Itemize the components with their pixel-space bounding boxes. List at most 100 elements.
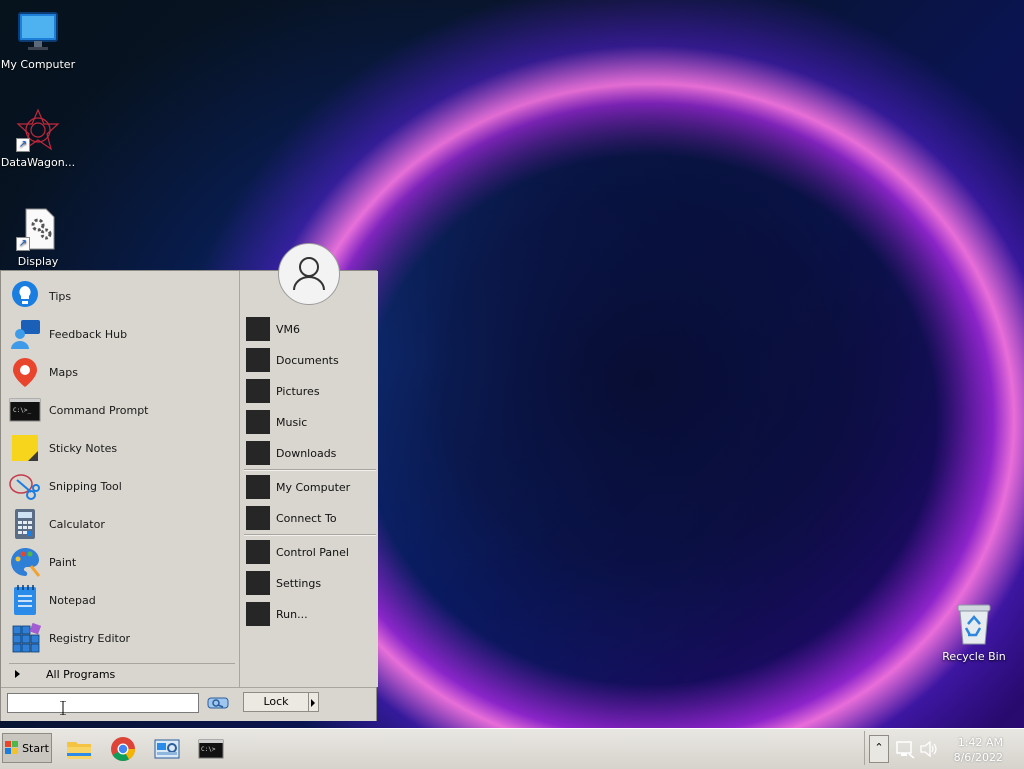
sticky-note-icon (9, 432, 41, 464)
show-hidden-icons-button[interactable]: ⌃ (869, 735, 889, 763)
program-sticky-notes[interactable]: Sticky Notes (9, 431, 234, 465)
program-label: Calculator (49, 517, 105, 531)
scissors-icon (9, 470, 41, 502)
place-label: Connect To (276, 511, 337, 525)
program-paint[interactable]: Paint (9, 545, 234, 579)
program-label: Sticky Notes (49, 441, 118, 455)
start-button[interactable]: Start (2, 733, 52, 763)
run-icon (246, 602, 270, 626)
place-pictures[interactable]: Pictures (246, 378, 374, 404)
documents-icon (246, 348, 270, 372)
calculator-icon (9, 508, 41, 540)
place-control-panel[interactable]: Control Panel (246, 539, 374, 565)
start-menu-footer: Lock (1, 687, 376, 721)
clock[interactable]: 1:42 AM 8/6/2022 (954, 735, 1003, 765)
program-label: Registry Editor (49, 631, 131, 645)
control-panel-icon (246, 540, 270, 564)
program-label: Feedback Hub (49, 327, 128, 341)
program-snipping-tool[interactable]: Snipping Tool (9, 469, 234, 503)
place-label: Music (276, 415, 308, 429)
search-icon (207, 697, 229, 709)
user-avatar[interactable] (278, 243, 340, 305)
monitor-icon (16, 10, 60, 54)
place-music[interactable]: Music (246, 409, 374, 435)
svg-text:C:\>_: C:\>_ (13, 407, 31, 414)
desktop-icon-label: DataWagon... (0, 156, 76, 169)
system-tray: ⌃ 1:42 AM 8/6/2022 (864, 731, 1023, 765)
triangle-right-icon (311, 699, 315, 707)
settings-file-icon: ↗ (16, 207, 60, 251)
shortcut-arrow-icon: ↗ (16, 237, 30, 251)
start-label: Start (22, 741, 49, 755)
place-connect-to[interactable]: Connect To (246, 505, 374, 531)
all-programs-label: All Programs (46, 667, 116, 681)
program-feedback-hub[interactable]: Feedback Hub (9, 317, 234, 351)
places-pane: VM6 Documents Pictures Music Downloads M… (239, 271, 378, 687)
place-downloads[interactable]: Downloads (246, 440, 374, 466)
clock-time: 1:42 AM (957, 736, 1003, 749)
svg-text:C:\>: C:\> (201, 746, 216, 753)
palette-icon (9, 546, 41, 578)
desktop-icon-label: Display (17, 255, 59, 268)
place-label: Documents (276, 353, 339, 367)
programs-pane: Tips Feedback Hub Maps C:\>_ Command Pro… (1, 271, 239, 687)
desktop-icon-recycle-bin[interactable]: Recycle Bin (936, 602, 1012, 663)
places-divider (244, 469, 376, 471)
speaker-icon[interactable] (919, 739, 939, 759)
place-vm6[interactable]: VM6 (246, 316, 374, 342)
program-maps[interactable]: Maps (9, 355, 234, 389)
program-registry-editor[interactable]: Registry Editor (9, 621, 234, 655)
place-run[interactable]: Run... (246, 601, 374, 627)
desktop-icon-my-computer[interactable]: My Computer (0, 10, 76, 71)
clock-date: 8/6/2022 (953, 751, 1003, 764)
program-label: Command Prompt (49, 403, 149, 417)
program-calculator[interactable]: Calculator (9, 507, 234, 541)
network-icon (246, 506, 270, 530)
place-label: Control Panel (276, 545, 349, 559)
pictures-icon (246, 379, 270, 403)
datawagon-logo-icon: ↗ (16, 108, 60, 152)
map-pin-icon (9, 356, 41, 388)
program-label: Maps (49, 365, 78, 379)
music-icon (246, 410, 270, 434)
chrome-icon[interactable] (110, 736, 136, 762)
place-label: VM6 (276, 322, 301, 336)
lock-button[interactable]: Lock (243, 692, 309, 712)
place-label: My Computer (276, 480, 351, 494)
desktop-icon-display[interactable]: ↗ Display (0, 207, 76, 268)
place-documents[interactable]: Documents (246, 347, 374, 373)
search-input[interactable] (7, 693, 199, 713)
desktop-icon-datawagon[interactable]: ↗ DataWagon... (0, 108, 76, 169)
all-programs-button[interactable]: All Programs (9, 663, 235, 684)
program-notepad[interactable]: Notepad (9, 583, 234, 617)
feedback-icon (9, 318, 41, 350)
places-divider (244, 534, 376, 536)
terminal-icon[interactable]: C:\> (198, 736, 224, 762)
chevron-up-icon: ⌃ (874, 741, 884, 754)
place-label: Pictures (276, 384, 320, 398)
taskbar: Start C:\> ⌃ 1:42 AM 8/6/2022 (0, 728, 1024, 769)
registry-icon (9, 622, 42, 654)
program-command-prompt[interactable]: C:\>_ Command Prompt (9, 393, 234, 427)
search-button[interactable] (201, 693, 235, 713)
downloads-icon (246, 441, 270, 465)
place-my-computer[interactable]: My Computer (246, 474, 374, 500)
recycle-bin-icon (952, 602, 996, 646)
text-cursor-icon (60, 701, 66, 715)
place-settings[interactable]: Settings (246, 570, 374, 596)
network-icon[interactable] (895, 739, 915, 759)
program-tips[interactable]: Tips (9, 279, 234, 313)
program-label: Tips (49, 289, 72, 303)
windows-logo-icon (5, 741, 19, 754)
place-label: Downloads (276, 446, 337, 460)
triangle-right-icon (15, 670, 20, 678)
shortcut-arrow-icon: ↗ (16, 138, 30, 152)
program-label: Paint (49, 555, 77, 569)
control-panel-icon[interactable] (154, 736, 180, 762)
file-explorer-icon[interactable] (66, 736, 92, 762)
terminal-icon: C:\>_ (9, 394, 41, 426)
notepad-icon (9, 584, 41, 616)
lightbulb-icon (9, 280, 41, 312)
lock-options-button[interactable] (309, 692, 319, 712)
computer-icon (246, 475, 270, 499)
